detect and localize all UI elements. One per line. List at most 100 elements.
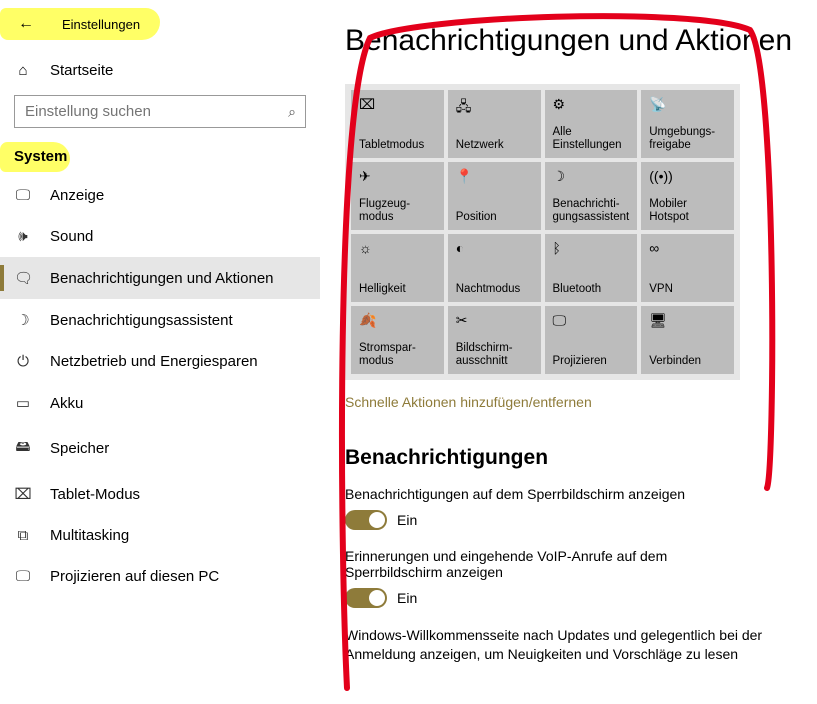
power-icon: ⏻ (14, 353, 32, 370)
sound-icon: 🕪 (14, 228, 32, 245)
quick-action-label: Bildschirm-ausschnitt (456, 342, 533, 368)
quick-action-moon[interactable]: ☽ Benachrichti-gungsassistent (545, 162, 638, 230)
quick-action-gear[interactable]: ⚙ Alle Einstellungen (545, 90, 638, 158)
home-label: Startseite (50, 62, 113, 79)
page-title: Benachrichtigungen und Aktionen (345, 24, 809, 58)
quick-actions-panel: ⌧ Tabletmodus 🖧 Netzwerk ⚙ Alle Einstellungen… (345, 84, 740, 380)
sidebar: ← Einstellungen ⌂ Startseite ⌕ System 🖵A… (0, 0, 320, 704)
home-button[interactable]: ⌂ Startseite (0, 52, 320, 89)
quick-action-battery-saver[interactable]: 🍂 Stromspar-modus (351, 306, 444, 374)
project-icon: 🖵 (14, 568, 32, 585)
search-input[interactable] (14, 95, 306, 128)
setting-label: Erinnerungen und eingehende VoIP-Anrufe … (345, 548, 765, 580)
quick-action-label: Nachtmodus (456, 283, 533, 296)
quick-action-label: Bluetooth (553, 283, 630, 296)
back-icon: ← (18, 15, 34, 33)
quick-action-label: Verbinden (649, 355, 726, 368)
search-box: ⌕ (14, 95, 306, 128)
nav-item-label: Speicher (50, 440, 109, 457)
section-title: System (0, 140, 320, 175)
focus-assist-icon: ☽ (14, 311, 32, 329)
quick-action-label: Tabletmodus (359, 139, 436, 152)
nav-item-label: Multitasking (50, 527, 129, 544)
quick-action-network[interactable]: 🖧 Netzwerk (448, 90, 541, 158)
quick-action-label: Mobiler Hotspot (649, 198, 726, 224)
home-icon: ⌂ (14, 62, 32, 79)
search-icon: ⌕ (288, 103, 296, 120)
section-title-text: System (14, 148, 67, 165)
brightness-icon: ☼ (359, 240, 436, 256)
nav-item-focus-assist[interactable]: ☽ Benachrichtigungsassistent (0, 299, 320, 341)
battery-icon: ▭ (14, 394, 32, 412)
nav-item-label: Projizieren auf diesen PC (50, 568, 219, 585)
storage-icon: 🖴 (14, 436, 32, 461)
quick-action-label: VPN (649, 283, 726, 296)
setting-voip-reminders: Erinnerungen und eingehende VoIP-Anrufe … (345, 548, 765, 608)
setting-label: Benachrichtigungen auf dem Sperrbildschi… (345, 486, 765, 502)
quick-action-label: Benachrichti-gungsassistent (553, 198, 630, 224)
connect-icon: 🖥 (649, 312, 726, 329)
nav-item-sound[interactable]: 🕪 Sound (0, 216, 320, 257)
setting-lockscreen-notifications: Benachrichtigungen auf dem Sperrbildschi… (345, 486, 765, 530)
quick-action-airplane[interactable]: ✈ Flugzeug-modus (351, 162, 444, 230)
snip-icon: ✂ (456, 312, 533, 329)
quick-action-night-light[interactable]: ◐ Nachtmodus (448, 234, 541, 302)
quick-action-project[interactable]: 🖵Projizieren (545, 306, 638, 374)
gear-icon: ⚙ (553, 96, 630, 113)
project-icon: 🖵 (553, 312, 630, 329)
nav-item-storage[interactable]: 🖴 Speicher (0, 424, 320, 473)
location-icon: 📍 (456, 168, 533, 185)
notifications-heading: Benachrichtigungen (345, 446, 809, 470)
nav-item-power[interactable]: ⏻ Netzbetrieb und Energiesparen (0, 341, 320, 382)
vpn-icon: ∞ (649, 240, 726, 256)
quick-action-label: Flugzeug-modus (359, 198, 436, 224)
nav-item-project[interactable]: 🖵 Projizieren auf diesen PC (0, 556, 320, 597)
quick-action-label: Alle Einstellungen (553, 126, 630, 152)
nav-item-label: Akku (50, 395, 83, 412)
display-icon: 🖵 (14, 187, 32, 204)
quick-action-label: Helligkeit (359, 283, 436, 296)
nav-item-label: Benachrichtigungen und Aktionen (50, 270, 274, 287)
quick-action-label: Stromspar-modus (359, 342, 436, 368)
battery-saver-icon: 🍂 (359, 312, 436, 329)
tablet-icon: ⌧ (14, 485, 32, 503)
toggle-voip-reminders[interactable] (345, 588, 387, 608)
quick-action-vpn[interactable]: ∞ VPN (641, 234, 734, 302)
app-title: Einstellungen (62, 17, 140, 32)
quick-action-nearby-share[interactable]: 📡Umgebungs-freigabe (641, 90, 734, 158)
main-content: Benachrichtigungen und Aktionen ⌧ Tabletm… (345, 0, 817, 704)
quick-action-hotspot[interactable]: ((•)) Mobiler Hotspot (641, 162, 734, 230)
quick-action-snip[interactable]: ✂ Bildschirm-ausschnitt (448, 306, 541, 374)
add-remove-quick-actions-link[interactable]: Schnelle Aktionen hinzufügen/entfernen (345, 394, 592, 410)
back-button[interactable]: ← (14, 12, 38, 36)
header-row: ← Einstellungen (0, 8, 320, 52)
notifications-icon: 🗨 (14, 269, 32, 287)
network-icon: 🖧 (456, 96, 533, 120)
tablet-icon: ⌧ (359, 96, 436, 113)
nav-item-label: Sound (50, 228, 93, 245)
nav-item-label: Benachrichtigungsassistent (50, 312, 233, 329)
toggle-state: Ein (397, 512, 417, 528)
nav-item-tablet[interactable]: ⌧Tablet-Modus (0, 473, 320, 515)
quick-action-tablet[interactable]: ⌧ Tabletmodus (351, 90, 444, 158)
bluetooth-icon: ᛒ (553, 240, 630, 256)
quick-action-location[interactable]: 📍 Position (448, 162, 541, 230)
quick-action-brightness[interactable]: ☼ Helligkeit (351, 234, 444, 302)
quick-action-bluetooth[interactable]: ᛒ Bluetooth (545, 234, 638, 302)
night-light-icon: ◐ (456, 240, 533, 256)
nav-item-battery[interactable]: ▭ Akku (0, 382, 320, 424)
toggle-state: Ein (397, 590, 417, 606)
nearby-share-icon: 📡 (649, 96, 726, 113)
nav-item-notifications[interactable]: 🗨 Benachrichtigungen und Aktionen (0, 257, 320, 299)
nav-item-display[interactable]: 🖵Anzeige (0, 175, 320, 216)
nav-item-label: Netzbetrieb und Energiesparen (50, 353, 258, 370)
quick-action-label: Netzwerk (456, 139, 533, 152)
moon-icon: ☽ (553, 168, 630, 185)
airplane-icon: ✈ (359, 168, 436, 185)
quick-action-connect[interactable]: 🖥 Verbinden (641, 306, 734, 374)
quick-action-label: Position (456, 211, 533, 224)
nav-item-multitasking[interactable]: ⧉Multitasking (0, 515, 320, 556)
toggle-lockscreen-notifications[interactable] (345, 510, 387, 530)
hotspot-icon: ((•)) (649, 168, 726, 184)
nav-list: 🖵Anzeige 🕪 Sound 🗨 Benachrichtigungen und Ak… (0, 175, 320, 597)
